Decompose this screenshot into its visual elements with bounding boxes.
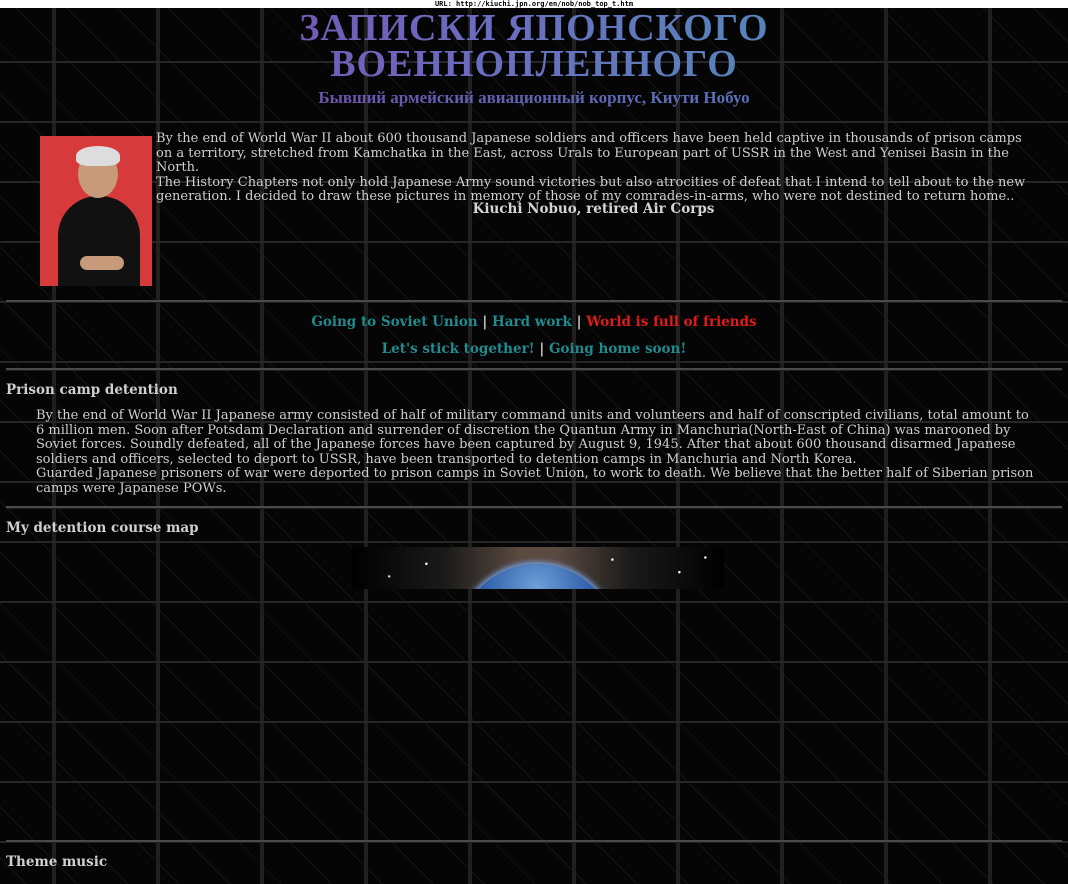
- section-body-detention: By the end of World War II Japanese army…: [36, 408, 1036, 496]
- author-photo: [40, 136, 152, 286]
- divider: [6, 506, 1062, 509]
- divider: [6, 368, 1062, 371]
- page-subtitle: Бывший армейский авиационный корпус, Киу…: [0, 88, 1068, 108]
- nav-link-going-to-soviet-union[interactable]: Going to Soviet Union: [311, 314, 477, 330]
- nav-link-lets-stick-together[interactable]: Let's stick together!: [382, 341, 535, 357]
- chapter-nav-row-2: Let's stick together! | Going home soon!: [381, 341, 687, 357]
- nav-link-going-home-soon[interactable]: Going home soon!: [549, 341, 686, 357]
- page-title-line2: ВОЕННОПЛЕННОГО: [0, 45, 1068, 83]
- intro-text: By the end of World War II about 600 tho…: [156, 131, 1036, 205]
- divider: [6, 300, 1062, 303]
- nav-link-world-is-full-of-friends[interactable]: World is full of friends: [586, 314, 756, 330]
- author-signature: Kiuchi Nobuo, retired Air Corps: [472, 201, 715, 217]
- map-earth-banner[interactable]: [352, 547, 724, 589]
- page-header: ЗАПИСКИ ЯПОНСКОГО ВОЕННОПЛЕННОГО Бывший …: [0, 9, 1068, 108]
- detention-paragraph-2: Guarded Japanese prisoners of war were d…: [36, 466, 1034, 496]
- detention-paragraph-1: By the end of World War II Japanese army…: [36, 408, 1029, 467]
- page-title-line1: ЗАПИСКИ ЯПОНСКОГО: [0, 9, 1068, 47]
- earth-globe-image: [457, 564, 617, 589]
- section-title-map: My detention course map: [6, 520, 199, 536]
- divider: [6, 840, 1062, 843]
- intro-paragraph-1: By the end of World War II about 600 tho…: [156, 131, 1022, 175]
- chapter-nav-row-1: Going to Soviet Union | Hard work | Worl…: [311, 314, 757, 330]
- section-title-detention: Prison camp detention: [6, 382, 178, 398]
- nav-link-hard-work[interactable]: Hard work: [492, 314, 572, 330]
- section-title-music: Theme music: [6, 854, 108, 870]
